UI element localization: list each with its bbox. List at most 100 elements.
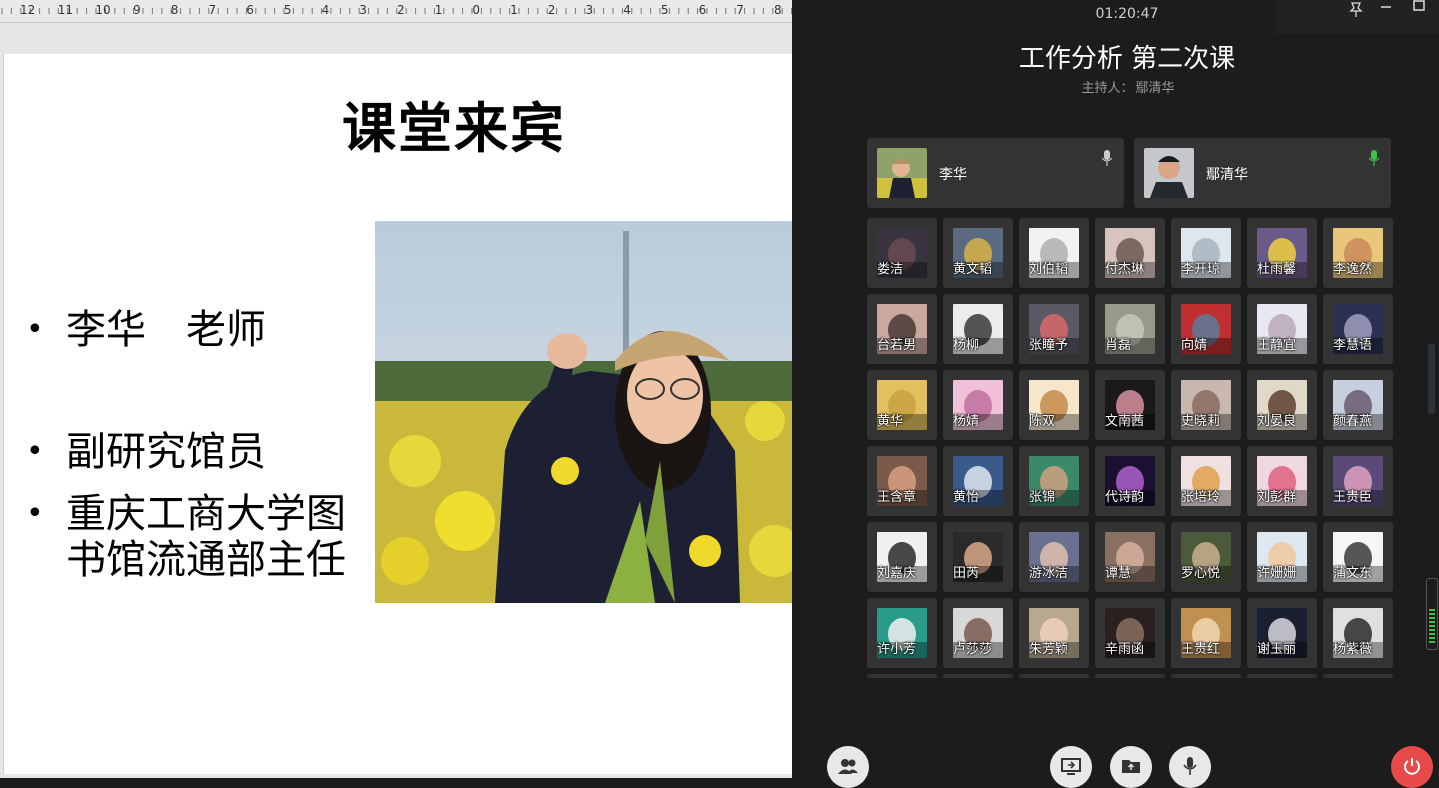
participant-name: 谭慧 bbox=[1105, 566, 1132, 581]
avatar bbox=[1144, 148, 1194, 198]
mic-icon bbox=[1101, 150, 1113, 166]
participant-tile[interactable]: 杨柳 bbox=[943, 294, 1013, 364]
participants-button[interactable] bbox=[827, 746, 869, 788]
speaker-card[interactable]: 鄢清华 bbox=[1134, 138, 1391, 208]
bullet-text: 副研究馆员 bbox=[66, 429, 266, 475]
participant-name: 台若男 bbox=[877, 338, 917, 353]
participant-tile[interactable]: 游冰洁 bbox=[1019, 522, 1089, 592]
meeting-timer: 01:20:47 bbox=[1095, 6, 1159, 22]
participant-name: 杜雨馨 bbox=[1257, 262, 1297, 277]
ruler-label: 1 bbox=[510, 3, 518, 17]
participant-tile[interactable]: 刘嘉庆 bbox=[867, 522, 937, 592]
participant-tile[interactable]: 肖磊 bbox=[1095, 294, 1165, 364]
participant-tile[interactable]: 李慧语 bbox=[1323, 294, 1393, 364]
participant-tile[interactable] bbox=[1247, 674, 1317, 678]
participant-tile[interactable]: 蒲文东 bbox=[1323, 522, 1393, 592]
participant-name: 张瞳予 bbox=[1029, 338, 1069, 353]
participant-tile[interactable]: 代诗韵 bbox=[1095, 446, 1165, 516]
bullet-marker: • bbox=[26, 312, 44, 347]
participant-tile[interactable]: 史晓莉 bbox=[1171, 370, 1241, 440]
participant-name: 代诗韵 bbox=[1105, 490, 1145, 505]
participant-tile[interactable] bbox=[1171, 674, 1241, 678]
participant-name: 杨紫薇 bbox=[1333, 642, 1373, 657]
participant-name: 文南茜 bbox=[1105, 414, 1145, 429]
participant-name: 肖磊 bbox=[1105, 338, 1132, 353]
participant-name: 蒲文东 bbox=[1333, 566, 1373, 581]
participant-tile[interactable]: 李逸然 bbox=[1323, 218, 1393, 288]
participant-tile[interactable]: 许小芳 bbox=[867, 598, 937, 668]
ruler-label: 0 bbox=[472, 3, 481, 17]
participant-tile[interactable]: 文南茜 bbox=[1095, 370, 1165, 440]
participant-name: 颜春燕 bbox=[1333, 414, 1373, 429]
participant-name: 杨柳 bbox=[953, 338, 980, 353]
participant-tile[interactable]: 刘彭群 bbox=[1247, 446, 1317, 516]
participant-tile[interactable]: 黄华 bbox=[867, 370, 937, 440]
ruler-label: 6 bbox=[246, 3, 254, 17]
ruler-label: 2 bbox=[397, 3, 405, 17]
participant-tile[interactable]: 黄怡 bbox=[943, 446, 1013, 516]
participant-tile[interactable] bbox=[1323, 674, 1393, 678]
participant-tile[interactable] bbox=[1019, 674, 1089, 678]
participant-name: 刘伯韬 bbox=[1029, 262, 1069, 277]
slide-canvas[interactable]: 课堂来宾 • 李华 老师 • 副研究馆员 • 重庆工商大学图 书馆流通部主任 bbox=[3, 54, 792, 774]
participant-tile[interactable]: 刘晏良 bbox=[1247, 370, 1317, 440]
microphone-button[interactable] bbox=[1169, 746, 1211, 788]
participant-tile[interactable]: 杨婧 bbox=[943, 370, 1013, 440]
share-file-button[interactable] bbox=[1110, 746, 1152, 788]
participant-tile[interactable]: 李开琼 bbox=[1171, 218, 1241, 288]
participant-name: 张锦 bbox=[1029, 490, 1056, 505]
participant-name: 刘晏良 bbox=[1257, 414, 1297, 429]
host-label: 主持人： bbox=[1081, 81, 1134, 96]
participant-name: 罗心悦 bbox=[1181, 566, 1221, 581]
participant-name: 娄洁 bbox=[877, 262, 904, 277]
participant-tile[interactable]: 张培玲 bbox=[1171, 446, 1241, 516]
participant-tile[interactable]: 向婧 bbox=[1171, 294, 1241, 364]
horizontal-ruler[interactable]: 12 11 10 9 8 7 6 5 4 3 2 1 0 1 2 3 4 5 6 7 8 bbox=[0, 0, 792, 23]
participant-tile[interactable]: 黄文韬 bbox=[943, 218, 1013, 288]
participant-tile[interactable]: 谢玉丽 bbox=[1247, 598, 1317, 668]
participant-tile[interactable]: 台若男 bbox=[867, 294, 937, 364]
ruler-label: 7 bbox=[736, 3, 744, 17]
share-screen-button[interactable] bbox=[1050, 746, 1092, 788]
participant-tile[interactable]: 张锦 bbox=[1019, 446, 1089, 516]
participant-name: 王静宜 bbox=[1257, 338, 1297, 353]
participant-tile[interactable]: 杜雨馨 bbox=[1247, 218, 1317, 288]
participant-tile[interactable]: 张瞳予 bbox=[1019, 294, 1089, 364]
participant-name: 许姗姗 bbox=[1257, 566, 1297, 581]
speaker-card[interactable]: 李华 bbox=[867, 138, 1124, 208]
participant-tile[interactable]: 杨紫薇 bbox=[1323, 598, 1393, 668]
slide-editor: 12 11 10 9 8 7 6 5 4 3 2 1 0 1 2 3 4 5 6 7 8 课堂来宾 • 李华 老师 • 副研究… bbox=[0, 0, 792, 778]
scrollbar[interactable] bbox=[1428, 344, 1435, 414]
participant-tile[interactable]: 王含章 bbox=[867, 446, 937, 516]
ruler-label: 4 bbox=[321, 3, 330, 17]
participant-tile[interactable]: 许姗姗 bbox=[1247, 522, 1317, 592]
participant-tile[interactable] bbox=[867, 674, 937, 678]
participant-tile[interactable]: 王贵红 bbox=[1171, 598, 1241, 668]
ruler-label: 2 bbox=[547, 3, 556, 17]
leave-meeting-button[interactable] bbox=[1391, 746, 1433, 788]
participant-tile[interactable]: 辛雨函 bbox=[1095, 598, 1165, 668]
participant-tile[interactable] bbox=[943, 674, 1013, 678]
participant-tile[interactable]: 陈双 bbox=[1019, 370, 1089, 440]
ruler-label: 9 bbox=[133, 3, 141, 17]
participant-tile[interactable]: 刘伯韬 bbox=[1019, 218, 1089, 288]
participant-tile[interactable] bbox=[1095, 674, 1165, 678]
participant-tile[interactable]: 谭慧 bbox=[1095, 522, 1165, 592]
participant-tile[interactable]: 朱芳颖 bbox=[1019, 598, 1089, 668]
participant-tile[interactable]: 王静宜 bbox=[1247, 294, 1317, 364]
participant-tile[interactable]: 颜春燕 bbox=[1323, 370, 1393, 440]
participant-grid[interactable]: 娄洁 黄文韬 刘伯韬 付杰琳 李开琼 杜雨馨 李逸然台若男 杨柳 张瞳予 肖磊 向婧 王静宜 李慧语黄华… bbox=[867, 218, 1395, 678]
participant-tile[interactable]: 罗心悦 bbox=[1171, 522, 1241, 592]
participant-tile[interactable]: 田芮 bbox=[943, 522, 1013, 592]
participant-name: 游冰洁 bbox=[1029, 566, 1069, 581]
participant-name: 向婧 bbox=[1181, 338, 1208, 353]
participant-name: 张培玲 bbox=[1181, 490, 1221, 505]
participant-name: 杨婧 bbox=[953, 414, 980, 429]
participant-tile[interactable]: 卢莎莎 bbox=[943, 598, 1013, 668]
participant-tile[interactable]: 付杰琳 bbox=[1095, 218, 1165, 288]
participant-tile[interactable]: 王贵臣 bbox=[1323, 446, 1393, 516]
participant-name: 李开琼 bbox=[1181, 262, 1221, 277]
speaker-name: 鄢清华 bbox=[1206, 167, 1248, 183]
participant-name: 李逸然 bbox=[1333, 262, 1373, 277]
participant-tile[interactable]: 娄洁 bbox=[867, 218, 937, 288]
